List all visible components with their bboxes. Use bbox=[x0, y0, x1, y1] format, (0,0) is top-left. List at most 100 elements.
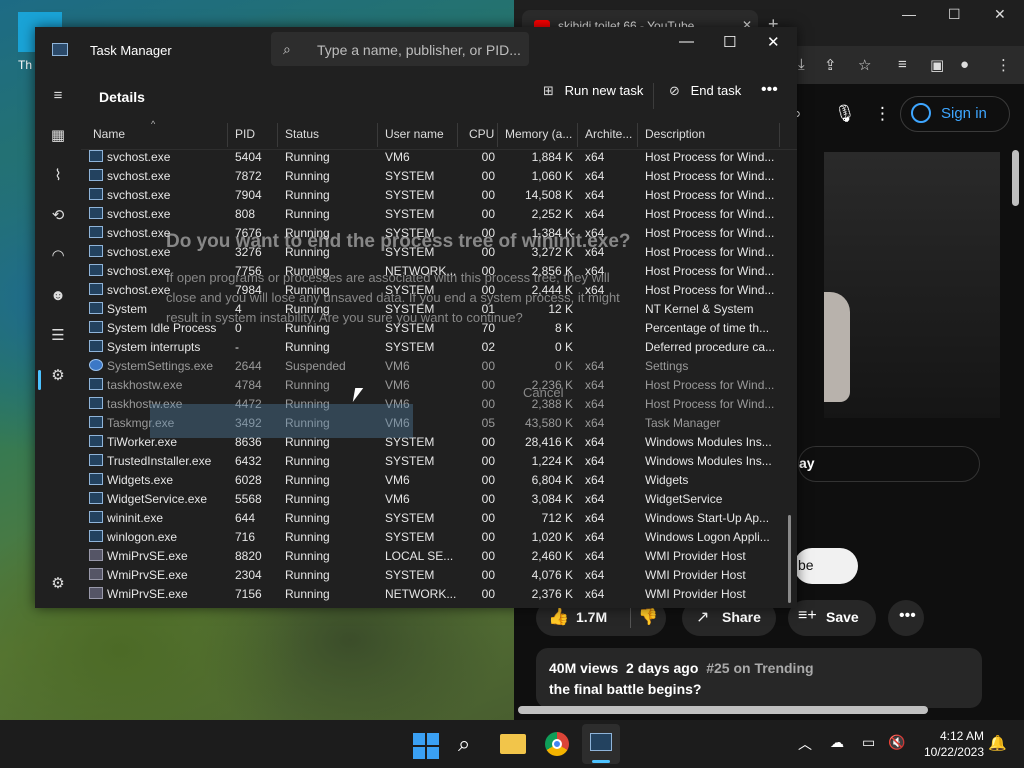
column-header-5[interactable]: Memory (a... bbox=[505, 127, 572, 141]
thumbs-up-icon[interactable]: 👍 bbox=[548, 607, 569, 627]
desktop-shortcut-label[interactable]: Th bbox=[18, 58, 32, 72]
file-explorer-icon[interactable] bbox=[500, 734, 526, 754]
more-actions-button[interactable]: ••• bbox=[888, 600, 924, 636]
table-row[interactable]: WmiPrvSE.exe 7156 Running NETWORK... 00 2,376… bbox=[81, 584, 797, 603]
column-header-6[interactable]: Archite... bbox=[585, 127, 632, 141]
hamburger-menu-icon[interactable]: ≡ bbox=[49, 87, 67, 105]
table-row[interactable]: svchost.exe 7872 Running SYSTEM 00 1,060 K x64… bbox=[81, 166, 797, 185]
users-icon[interactable]: ☻ bbox=[49, 287, 67, 305]
display-icon[interactable]: ▭ bbox=[862, 734, 875, 751]
table-row[interactable]: TrustedInstaller.exe 6432 Running SYSTEM 00 1… bbox=[81, 451, 797, 470]
search-input[interactable]: ⌕ Type a name, publisher, or PID... bbox=[271, 32, 529, 66]
wmi-process-icon bbox=[89, 587, 103, 599]
cell-arch: x64 bbox=[585, 473, 605, 487]
details-icon[interactable]: ☰ bbox=[49, 327, 67, 345]
system-clock[interactable]: 4:12 AM 10/22/2023 bbox=[920, 728, 984, 760]
sign-in-button[interactable]: Sign in bbox=[900, 96, 1010, 132]
more-options-icon[interactable]: ••• bbox=[761, 81, 778, 99]
join-button[interactable]: ay bbox=[798, 446, 980, 482]
maximize-icon[interactable]: ☐ bbox=[723, 33, 736, 51]
profile-icon[interactable]: ● bbox=[960, 56, 969, 73]
app-history-icon[interactable]: ⟲ bbox=[49, 207, 67, 225]
trending-badge[interactable]: #25 on Trending bbox=[706, 660, 813, 676]
media-control-icon[interactable]: ≡ bbox=[898, 56, 907, 73]
startup-apps-icon[interactable]: ◠ bbox=[49, 247, 67, 265]
list-scrollbar[interactable] bbox=[788, 515, 791, 603]
taskbar-task-manager-button[interactable] bbox=[582, 724, 620, 764]
table-row[interactable]: wininit.exe 644 Running SYSTEM 00 712 K x64 Win… bbox=[81, 508, 797, 527]
table-row[interactable]: WmiPrvSE.exe 2304 Running SYSTEM 00 4,076 K x6… bbox=[81, 565, 797, 584]
cell-arch: x64 bbox=[585, 188, 605, 202]
process-icon bbox=[89, 150, 103, 162]
speaker-muted-icon[interactable]: 🔇 bbox=[888, 734, 905, 751]
column-separator[interactable] bbox=[637, 123, 638, 147]
run-new-task-button[interactable]: ⊞ Run new task bbox=[543, 83, 643, 99]
description-box[interactable]: 40M views 2 days ago #25 on Trending the… bbox=[536, 648, 982, 708]
column-separator[interactable] bbox=[277, 123, 278, 147]
column-header-4[interactable]: CPU bbox=[469, 127, 494, 141]
settings-menu-icon[interactable]: ⋮ bbox=[874, 104, 891, 124]
table-row[interactable]: Widgets.exe 6028 Running VM6 00 6,804 K x64 Wid… bbox=[81, 470, 797, 489]
start-windows-icon[interactable] bbox=[413, 733, 439, 759]
column-separator[interactable] bbox=[577, 123, 578, 147]
table-row[interactable]: taskhostw.exe 4784 Running VM6 00 2,236 Kx64 H… bbox=[81, 375, 797, 394]
column-separator[interactable] bbox=[377, 123, 378, 147]
chrome-icon[interactable] bbox=[545, 732, 569, 756]
cell-arch: x64 bbox=[585, 454, 605, 468]
column-header-0[interactable]: Name bbox=[93, 127, 125, 141]
cell-name: svchost.exe bbox=[107, 150, 171, 164]
process-icon bbox=[89, 321, 103, 333]
horizontal-scrollbar[interactable] bbox=[518, 706, 928, 714]
thumbs-down-icon[interactable]: 👎 bbox=[638, 607, 658, 627]
column-separator[interactable] bbox=[227, 123, 228, 147]
minimize-icon[interactable]: — bbox=[679, 33, 694, 50]
cell-user: LOCAL SE... bbox=[385, 549, 454, 563]
microphone-icon[interactable]: 🎙 bbox=[834, 104, 856, 124]
chrome-menu-icon[interactable]: ⋮ bbox=[996, 56, 1011, 74]
cell-user: SYSTEM bbox=[385, 340, 435, 354]
dialog-cancel-button[interactable]: Cancel bbox=[523, 385, 563, 400]
processes-icon[interactable]: ▦ bbox=[49, 127, 67, 145]
cell-desc: Host Process for Wind... bbox=[645, 264, 775, 278]
maximize-icon[interactable]: ☐ bbox=[948, 6, 961, 23]
table-row[interactable]: SystemSettings.exe 2644 Suspended VM6 00 0 K x… bbox=[81, 356, 797, 375]
download-icon[interactable]: ⤓ bbox=[798, 56, 805, 73]
table-row[interactable]: svchost.exe 808 Running SYSTEM 00 2,252 K x64 H… bbox=[81, 204, 797, 223]
table-row[interactable]: svchost.exe 5404 Running VM6 00 1,884 K x64 Hos… bbox=[81, 147, 797, 166]
column-separator[interactable] bbox=[497, 123, 498, 147]
column-separator[interactable] bbox=[779, 123, 780, 147]
subscribe-button[interactable]: be bbox=[794, 548, 858, 584]
minimize-icon[interactable]: — bbox=[902, 6, 916, 22]
column-header-7[interactable]: Description bbox=[645, 127, 705, 141]
header-separator bbox=[653, 83, 654, 109]
clock-date: 10/22/2023 bbox=[923, 745, 984, 759]
column-header-row: Name PID Status User name CPU Memory (a... Arc… bbox=[81, 119, 797, 150]
cloud-sync-icon[interactable]: ☁ bbox=[830, 734, 844, 751]
vertical-scrollbar[interactable] bbox=[1012, 150, 1019, 206]
services-icon[interactable]: ⚙ bbox=[49, 367, 67, 385]
chevron-up-icon[interactable]: ︿ bbox=[798, 734, 812, 754]
taskbar-search-icon[interactable]: ⌕ bbox=[458, 731, 470, 757]
subscribe-label: be bbox=[798, 557, 814, 573]
table-row[interactable]: svchost.exe 7904 Running SYSTEM 00 14,508 K x6… bbox=[81, 185, 797, 204]
settings-gear-icon[interactable]: ⚙ bbox=[49, 575, 67, 593]
table-row[interactable]: WmiPrvSE.exe 8820 Running LOCAL SE... 00 2,46… bbox=[81, 546, 797, 565]
cell-desc: Task Manager bbox=[645, 416, 721, 430]
share-page-icon[interactable]: ⇪ bbox=[824, 56, 837, 74]
close-icon[interactable]: ✕ bbox=[994, 6, 1006, 23]
table-row[interactable]: winlogon.exe 716 Running SYSTEM 00 1,020 K x64… bbox=[81, 527, 797, 546]
table-row[interactable]: System interrupts - Running SYSTEM 02 0 K Defe… bbox=[81, 337, 797, 356]
column-header-3[interactable]: User name bbox=[385, 127, 444, 141]
close-icon[interactable]: ✕ bbox=[767, 33, 780, 51]
save-button[interactable]: ≡+ Save bbox=[788, 600, 876, 636]
notifications-bell-icon[interactable]: 🔔 bbox=[988, 734, 1007, 752]
column-header-2[interactable]: Status bbox=[285, 127, 319, 141]
end-task-button[interactable]: ⊘ End task bbox=[669, 83, 741, 99]
table-row[interactable]: WidgetService.exe 5568 Running VM6 00 3,084 K… bbox=[81, 489, 797, 508]
column-header-1[interactable]: PID bbox=[235, 127, 255, 141]
video-player[interactable] bbox=[824, 152, 1000, 418]
column-separator[interactable] bbox=[457, 123, 458, 147]
side-panel-icon[interactable]: ▣ bbox=[930, 56, 944, 74]
performance-icon[interactable]: ⌇ bbox=[49, 167, 67, 185]
bookmark-star-icon[interactable]: ☆ bbox=[858, 56, 871, 74]
